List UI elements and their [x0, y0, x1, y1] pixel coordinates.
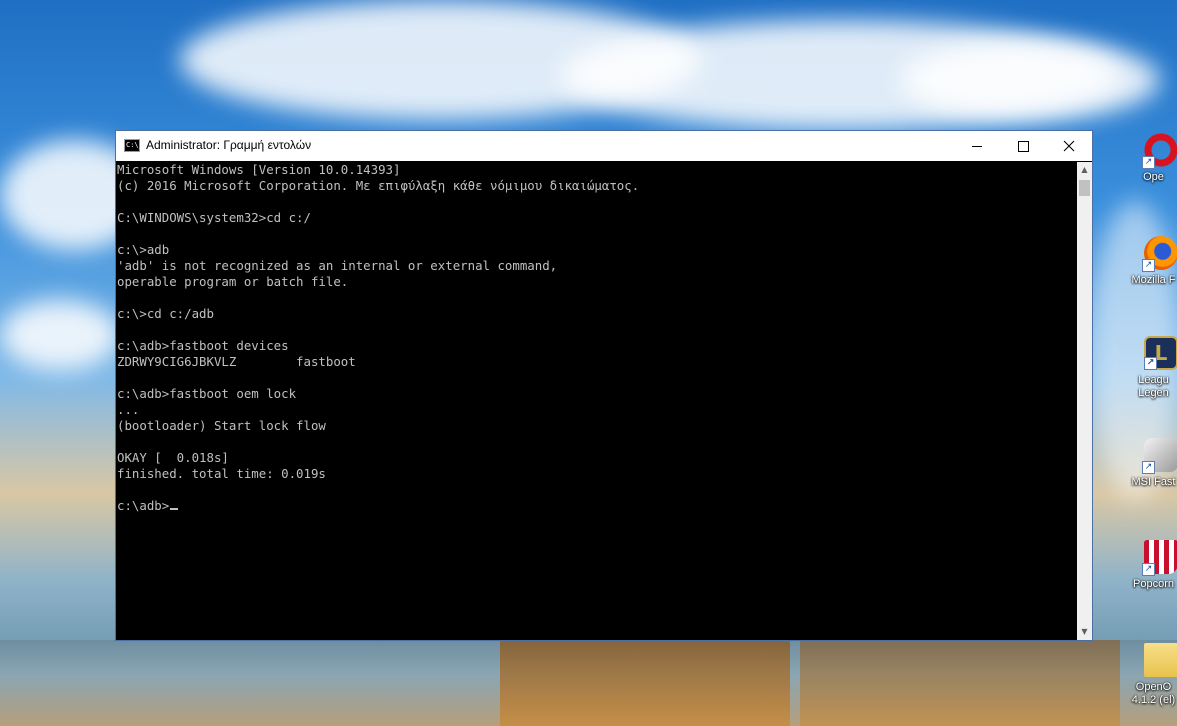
cloud [900, 40, 1160, 120]
msi-fastboot-icon: ↗ [1142, 438, 1177, 474]
shortcut-arrow-icon: ↗ [1144, 357, 1157, 370]
desktop-icon-label: Popcorn [1133, 578, 1174, 590]
close-icon [1063, 140, 1075, 152]
cloud [0, 300, 120, 370]
desktop-icon-label: MSI Fast [1131, 476, 1176, 488]
desktop-icon-label: Leagu [1138, 374, 1169, 386]
popcorn-icon: ↗ [1142, 540, 1177, 576]
desktop-icon-label: OpenO [1135, 681, 1172, 693]
folder-icon [1144, 643, 1177, 677]
console-line: operable program or batch file. [117, 274, 349, 289]
cmd-icon: C:\_ [124, 139, 143, 152]
console-line: 'adb' is not recognized as an internal o… [117, 258, 558, 273]
console-line: Microsoft Windows [Version 10.0.14393] [117, 162, 401, 177]
command-prompt-window[interactable]: C:\_ Administrator: Γραμμή εντολών Micro… [115, 130, 1093, 641]
scroll-thumb[interactable] [1079, 180, 1090, 196]
shortcut-arrow-icon: ↗ [1142, 259, 1155, 272]
console-line: ZDRWY9CIG6JBKVLZ fastboot [117, 354, 356, 369]
desktop-icon-league-of-legends[interactable]: L ↗ Leagu Legen [1130, 336, 1177, 400]
console-line: finished. total time: 0.019s [117, 466, 326, 481]
scroll-down-arrow-icon[interactable]: ▼ [1077, 624, 1092, 640]
desktop-icon-opera[interactable]: ↗ Ope [1130, 133, 1177, 184]
console-output[interactable]: Microsoft Windows [Version 10.0.14393] (… [117, 162, 1077, 640]
rock-reflection [500, 640, 790, 726]
desktop-icon-firefox[interactable]: ↗ Mozilla F [1130, 236, 1177, 287]
console-line: C:\WINDOWS\system32>cd c:/ [117, 210, 311, 225]
rock-reflection [800, 640, 1120, 726]
shortcut-arrow-icon: ↗ [1142, 461, 1155, 474]
maximize-button[interactable] [1000, 131, 1046, 161]
console-line: c:\>cd c:/adb [117, 306, 214, 321]
shortcut-arrow-icon: ↗ [1142, 563, 1155, 576]
scroll-up-arrow-icon[interactable]: ▲ [1077, 162, 1092, 178]
title-bar[interactable]: C:\_ Administrator: Γραμμή εντολών [116, 131, 1092, 161]
console-line: c:\adb>fastboot oem lock [117, 386, 297, 401]
console-line: c:\adb>fastboot devices [117, 338, 289, 353]
minimize-icon [972, 145, 982, 147]
console-text: Microsoft Windows [Version 10.0.14393] (… [117, 162, 1077, 514]
desktop-icon-msi-fastboot[interactable]: ↗ MSI Fast [1130, 438, 1177, 489]
close-button[interactable] [1046, 131, 1092, 161]
desktop-icon-label-line2: Legen [1138, 387, 1169, 399]
console-prompt[interactable]: c:\adb> [117, 498, 169, 513]
opera-icon: ↗ [1142, 133, 1177, 169]
desktop-icon-openoffice-folder[interactable]: OpenO 4.1.2 (el) [1130, 643, 1177, 707]
window-title: Administrator: Γραμμή εντολών [146, 138, 312, 152]
minimize-button[interactable] [954, 131, 1000, 161]
desktop-icon-label-line2: 4.1.2 (el) [1131, 694, 1176, 706]
desktop-icon-label: Ope [1143, 171, 1164, 183]
console-line: (bootloader) Start lock flow [117, 418, 326, 433]
shortcut-arrow-icon: ↗ [1142, 156, 1155, 169]
desktop-icon-label: Mozilla F [1131, 274, 1176, 286]
maximize-icon [1017, 140, 1029, 152]
text-cursor [170, 508, 179, 510]
firefox-icon: ↗ [1142, 236, 1177, 272]
console-line: (c) 2016 Microsoft Corporation. Με επιφύ… [117, 178, 640, 193]
console-line: c:\>adb [117, 242, 170, 257]
console-line: OKAY [ 0.018s] [117, 450, 229, 465]
vertical-scrollbar[interactable]: ▲ ▼ [1077, 162, 1092, 640]
league-of-legends-icon: L ↗ [1144, 336, 1177, 370]
console-line: ... [117, 402, 140, 417]
desktop-icon-popcorn[interactable]: ↗ Popcorn [1130, 540, 1177, 591]
